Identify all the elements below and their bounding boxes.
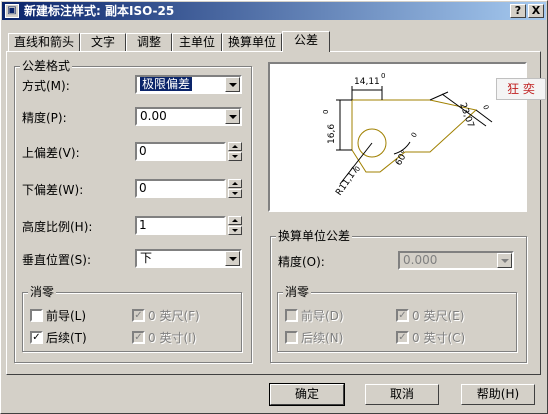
- inches-label: 0 英寸(I): [148, 331, 197, 345]
- spin-down-icon[interactable]: [228, 226, 242, 235]
- alt-precision-label: 精度(O):: [278, 255, 325, 269]
- leading-checkbox[interactable]: [30, 309, 43, 322]
- trailing-checkbox[interactable]: ✓: [30, 331, 43, 344]
- tab-text[interactable]: 文字: [80, 33, 126, 51]
- dim-left-text: 16,6: [327, 124, 337, 144]
- alt-precision-select[interactable]: 0.000: [398, 251, 514, 270]
- upper-deviation-input[interactable]: 0: [135, 142, 226, 161]
- trailing-label: 后续(T): [46, 331, 87, 345]
- chevron-down-icon[interactable]: [225, 109, 240, 124]
- alt-leading-label: 前导(D): [301, 309, 344, 323]
- alt-feet-label: 0 英尺(E): [412, 309, 465, 323]
- dim-right-tol: 0: [481, 104, 490, 111]
- height-scale-spinner[interactable]: [228, 216, 242, 235]
- cancel-button[interactable]: 取消: [365, 384, 439, 405]
- upper-deviation-label: 上偏差(V):: [22, 146, 80, 160]
- spin-down-icon[interactable]: [228, 152, 242, 161]
- help-button[interactable]: 帮助(H): [461, 384, 535, 405]
- chevron-down-icon[interactable]: [497, 253, 512, 268]
- alt-zero-suppression-title: 消零: [283, 285, 312, 299]
- dim-top-tol: 0: [381, 72, 385, 80]
- alt-precision-value: 0.000: [403, 253, 438, 267]
- tab-lines-arrows[interactable]: 直线和箭头: [8, 33, 80, 51]
- dim-angle-tol: 0: [410, 131, 419, 139]
- lower-deviation-input[interactable]: 0: [135, 179, 226, 198]
- alt-unit-tolerance-title: 换算单位公差: [276, 229, 353, 243]
- method-select[interactable]: 极限偏差: [135, 75, 242, 94]
- feet-checkbox[interactable]: ✓: [132, 309, 145, 322]
- lower-deviation-spinner[interactable]: [228, 179, 242, 198]
- spin-up-icon[interactable]: [228, 142, 242, 151]
- height-scale-label: 高度比例(H):: [22, 220, 93, 234]
- spin-down-icon[interactable]: [228, 189, 242, 198]
- alt-feet-checkbox[interactable]: ✓: [396, 309, 409, 322]
- floating-logo: 狂 奕: [496, 78, 546, 100]
- leading-label: 前导(L): [46, 309, 87, 323]
- alt-leading-checkbox[interactable]: [285, 309, 298, 322]
- title-bar[interactable]: ▣ 新建标注样式: 副本ISO-25 ? X: [2, 2, 546, 20]
- zero-suppression-title: 消零: [28, 285, 57, 299]
- height-scale-input[interactable]: 1: [135, 216, 226, 235]
- tolerance-format-title: 公差格式: [20, 59, 73, 73]
- chevron-down-icon[interactable]: [225, 251, 240, 266]
- chevron-down-icon[interactable]: [225, 77, 240, 92]
- vertical-position-label: 垂直位置(S):: [22, 253, 92, 267]
- dimension-preview-drawing: 14,11 0 16,6 0 23,07 0 60° 0 R11,17 0: [322, 72, 493, 198]
- spin-up-icon[interactable]: [228, 216, 242, 225]
- help-title-button[interactable]: ?: [510, 4, 526, 18]
- method-value: 极限偏差: [140, 77, 193, 91]
- vertical-position-select[interactable]: 下: [135, 249, 242, 268]
- upper-deviation-spinner[interactable]: [228, 142, 242, 161]
- dim-top-text: 14,11: [354, 77, 380, 87]
- inches-checkbox[interactable]: ✓: [132, 331, 145, 344]
- dim-left-tol: 0: [322, 110, 330, 114]
- tab-fit[interactable]: 调整: [126, 33, 172, 51]
- precision-select[interactable]: 0.00: [135, 107, 242, 126]
- vertical-position-value: 下: [140, 251, 153, 265]
- alt-trailing-label: 后续(N): [301, 331, 344, 345]
- alt-inches-checkbox[interactable]: ✓: [396, 331, 409, 344]
- tab-primary-units[interactable]: 主单位: [172, 33, 222, 51]
- method-label: 方式(M):: [22, 79, 70, 93]
- precision-value: 0.00: [140, 109, 167, 123]
- preview-pane: 14,11 0 16,6 0 23,07 0 60° 0 R11,17 0: [268, 62, 527, 212]
- tab-alternate-units[interactable]: 换算单位: [222, 33, 282, 51]
- window-title: 新建标注样式: 副本ISO-25: [24, 4, 175, 18]
- alt-trailing-checkbox[interactable]: [285, 331, 298, 344]
- alt-inches-label: 0 英寸(C): [412, 331, 466, 345]
- close-title-button[interactable]: X: [528, 4, 544, 18]
- ok-button[interactable]: 确定: [269, 383, 345, 406]
- feet-label: 0 英尺(F): [148, 309, 200, 323]
- tab-tolerances[interactable]: 公差: [282, 31, 330, 52]
- precision-label: 精度(P):: [22, 111, 67, 125]
- spin-up-icon[interactable]: [228, 179, 242, 188]
- lower-deviation-label: 下偏差(W):: [22, 183, 84, 197]
- dialog-icon: ▣: [5, 4, 19, 18]
